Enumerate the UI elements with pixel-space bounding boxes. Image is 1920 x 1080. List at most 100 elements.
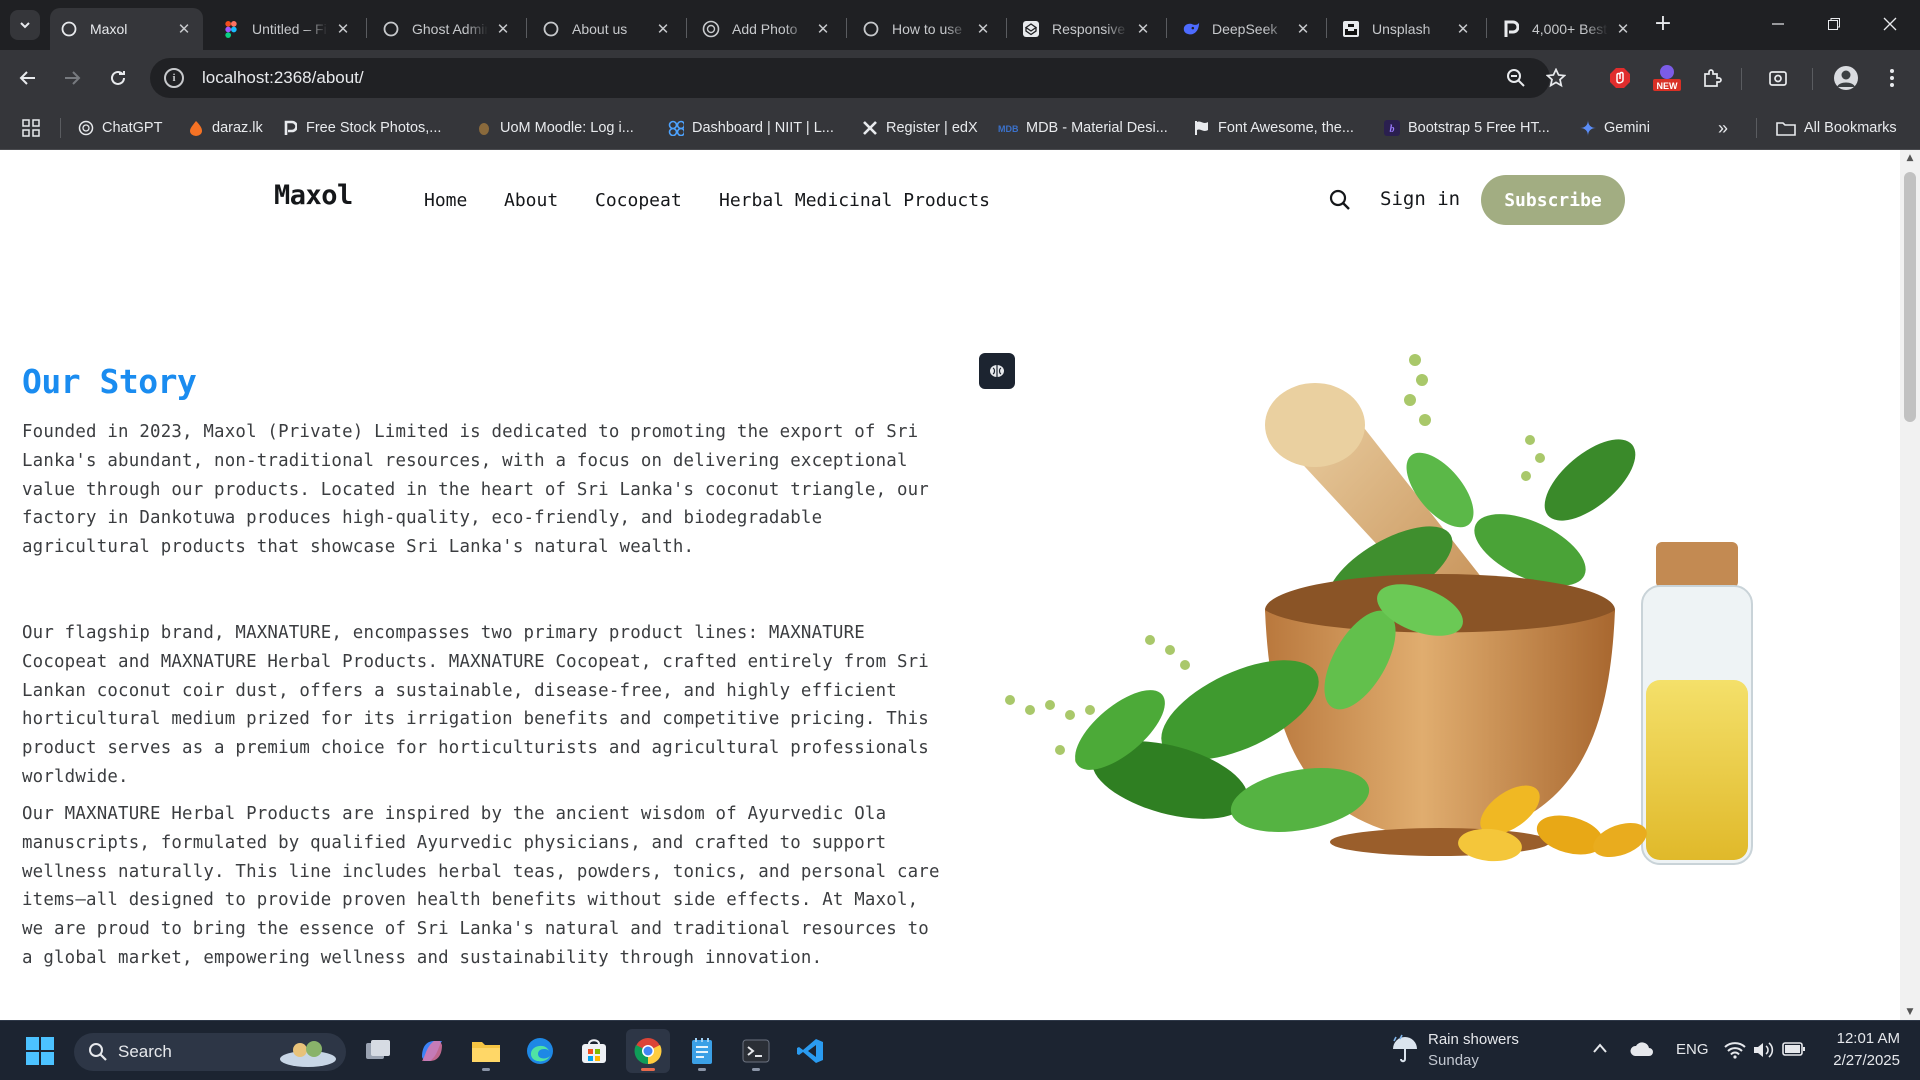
folder-icon	[1776, 120, 1796, 136]
close-icon[interactable]: ✕	[1454, 20, 1472, 38]
volume-icon[interactable]	[1752, 1041, 1774, 1064]
tab-about-us[interactable]: About us ✕	[532, 8, 682, 50]
notepad-button[interactable]	[680, 1029, 724, 1073]
tab-title: Maxol	[90, 21, 128, 37]
codepen-icon	[1022, 20, 1040, 38]
clock-date[interactable]: 2/27/2025	[1818, 1052, 1900, 1069]
address-bar[interactable]: i localhost:2368/about/	[150, 58, 1550, 98]
nav-about[interactable]: About	[504, 190, 558, 211]
language-indicator[interactable]: ENG	[1676, 1041, 1709, 1058]
extensions-icon[interactable]	[1698, 64, 1726, 92]
scroll-up-icon[interactable]: ▲	[1900, 150, 1920, 166]
vscode-icon	[797, 1039, 823, 1063]
nav-herbal-medicinal-products[interactable]: Herbal Medicinal Products	[719, 190, 990, 211]
close-icon[interactable]: ✕	[1614, 20, 1632, 38]
bookmark-label: Bootstrap 5 Free HT...	[1408, 120, 1550, 136]
bookmark-free-stock-photos[interactable]: Free Stock Photos,...	[282, 116, 441, 140]
bookmark-chatgpt[interactable]: ChatGPT	[78, 116, 162, 140]
tab-separator	[1486, 18, 1487, 38]
zoom-icon[interactable]	[1502, 64, 1530, 92]
site-logo[interactable]: Maxol	[274, 180, 353, 211]
search-icon[interactable]	[1328, 188, 1354, 214]
wifi-icon[interactable]	[1724, 1041, 1746, 1064]
weather-subtitle[interactable]: Sunday	[1428, 1052, 1479, 1069]
scroll-down-icon[interactable]: ▼	[1900, 1004, 1920, 1020]
chatgpt-icon	[702, 20, 720, 38]
site-info-icon[interactable]: i	[164, 68, 184, 88]
tab-maxol[interactable]: Maxol ✕	[50, 8, 203, 50]
close-window-button[interactable]	[1862, 0, 1918, 48]
tab-add-photo[interactable]: Add Photo ✕	[692, 8, 842, 50]
tab-figma[interactable]: Untitled – Figma ✕	[212, 8, 362, 50]
running-indicator	[482, 1068, 490, 1071]
tab-title: About us	[572, 21, 628, 37]
bookmarks-overflow-icon[interactable]: »	[1718, 116, 1728, 140]
tab-search-button[interactable]	[10, 10, 40, 40]
tab-deepseek[interactable]: DeepSeek ✕	[1172, 8, 1322, 50]
bookmark-niit-dashboard[interactable]: Dashboard | NIIT | L...	[668, 116, 834, 140]
onedrive-icon[interactable]	[1630, 1041, 1654, 1062]
tab-title: Add Photo	[732, 21, 798, 37]
tab-separator	[1326, 18, 1327, 38]
reload-button[interactable]	[102, 62, 134, 94]
terminal-button[interactable]	[734, 1029, 778, 1073]
sign-in-link[interactable]: Sign in	[1380, 188, 1460, 210]
bookmark-bootstrap[interactable]: b Bootstrap 5 Free HT...	[1384, 116, 1550, 140]
bookmark-edx[interactable]: Register | edX	[862, 116, 978, 140]
copilot-button[interactable]	[410, 1029, 454, 1073]
tab-ghost-admin[interactable]: Ghost Admin ✕	[372, 8, 522, 50]
vscode-button[interactable]	[788, 1029, 832, 1073]
url-text[interactable]: localhost:2368/about/	[202, 68, 364, 88]
tab-pexels[interactable]: 4,000+ Best ✕	[1492, 8, 1642, 50]
bookmark-daraz[interactable]: daraz.lk	[188, 116, 263, 140]
taskbar-search-box[interactable]: Search	[74, 1033, 346, 1071]
minimize-button[interactable]	[1750, 0, 1806, 48]
close-icon[interactable]: ✕	[1134, 20, 1152, 38]
chatgpt-icon	[78, 120, 94, 136]
nav-home[interactable]: Home	[424, 190, 467, 211]
chrome-button[interactable]	[626, 1029, 670, 1073]
tab-how-to-use[interactable]: How to use ✕	[852, 8, 1002, 50]
new-extension-icon[interactable]: NEW	[1650, 64, 1684, 92]
profile-avatar[interactable]	[1832, 64, 1860, 92]
bookmark-gemini[interactable]: Gemini	[1580, 116, 1650, 140]
restore-button[interactable]	[1806, 0, 1862, 48]
bookmark-font-awesome[interactable]: Font Awesome, the...	[1194, 116, 1354, 140]
battery-icon[interactable]	[1782, 1041, 1806, 1062]
microsoft-store-button[interactable]	[572, 1029, 616, 1073]
new-tab-button[interactable]: +	[1650, 12, 1676, 38]
bookmark-uom-moodle[interactable]: UoM Moodle: Log i...	[476, 116, 634, 140]
start-button[interactable]	[18, 1029, 62, 1073]
close-icon[interactable]: ✕	[814, 20, 832, 38]
bookmark-mdb[interactable]: MDB MDB - Material Desi...	[998, 116, 1168, 140]
close-icon[interactable]: ✕	[334, 20, 352, 38]
weather-title[interactable]: Rain showers	[1428, 1031, 1519, 1048]
moodle-icon	[476, 120, 492, 136]
task-view-button[interactable]	[356, 1029, 400, 1073]
close-icon[interactable]: ✕	[654, 20, 672, 38]
close-icon[interactable]: ✕	[494, 20, 512, 38]
page-scrollbar[interactable]: ▲ ▼	[1900, 150, 1920, 1020]
forward-button[interactable]	[56, 62, 88, 94]
tab-responsive[interactable]: Responsive ✕	[1012, 8, 1162, 50]
adblock-extension-icon[interactable]	[1606, 64, 1634, 92]
scrollbar-thumb[interactable]	[1904, 172, 1916, 422]
close-icon[interactable]: ✕	[1294, 20, 1312, 38]
apps-button[interactable]	[22, 116, 40, 140]
menu-icon[interactable]	[1878, 64, 1906, 92]
edge-button[interactable]	[518, 1029, 562, 1073]
subscribe-button[interactable]: Subscribe	[1481, 175, 1625, 225]
close-icon[interactable]: ✕	[974, 20, 992, 38]
clock-time[interactable]: 12:01 AM	[1828, 1030, 1900, 1047]
weather-icon[interactable]	[1390, 1033, 1420, 1070]
back-button[interactable]	[12, 62, 44, 94]
star-icon[interactable]	[1542, 64, 1570, 92]
nav-cocopeat[interactable]: Cocopeat	[595, 190, 682, 211]
all-bookmarks-button[interactable]: All Bookmarks	[1776, 116, 1897, 140]
globe-icon	[862, 20, 880, 38]
close-icon[interactable]: ✕	[175, 20, 193, 38]
chevron-up-icon[interactable]	[1592, 1041, 1608, 1059]
screenshot-icon[interactable]	[1764, 64, 1792, 92]
file-explorer-button[interactable]	[464, 1029, 508, 1073]
tab-unsplash[interactable]: Unsplash ✕	[1332, 8, 1482, 50]
